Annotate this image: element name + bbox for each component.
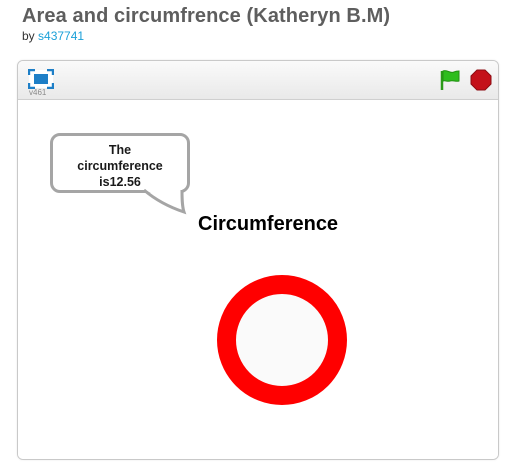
green-flag-button[interactable] <box>438 68 462 92</box>
stop-button[interactable] <box>470 69 492 91</box>
project-byline: by s437741 <box>22 29 84 43</box>
player-toolbar: v461 <box>18 61 498 100</box>
project-title: Area and circumfrence (Katheryn B.M) <box>22 5 391 27</box>
speech-bubble: The circumference is12.56 <box>50 133 190 193</box>
project-player: v461 The circumference is12.56 Circumfer… <box>17 60 499 460</box>
player-version: v461 <box>29 88 47 97</box>
circle-sprite <box>217 275 347 405</box>
circumference-label: Circumference <box>198 213 339 235</box>
author-link[interactable]: s437741 <box>38 29 84 43</box>
project-page: Area and circumfrence (Katheryn B.M) by … <box>0 0 517 473</box>
speech-bubble-tail <box>142 188 187 215</box>
by-label: by <box>22 29 35 43</box>
project-stage[interactable]: The circumference is12.56 Circumference <box>18 100 498 459</box>
stop-sign-icon <box>470 69 492 91</box>
fullscreen-icon <box>27 68 55 90</box>
fullscreen-button[interactable] <box>27 68 55 90</box>
speech-bubble-text: The circumference is12.56 <box>77 143 163 189</box>
green-flag-icon <box>440 70 460 90</box>
